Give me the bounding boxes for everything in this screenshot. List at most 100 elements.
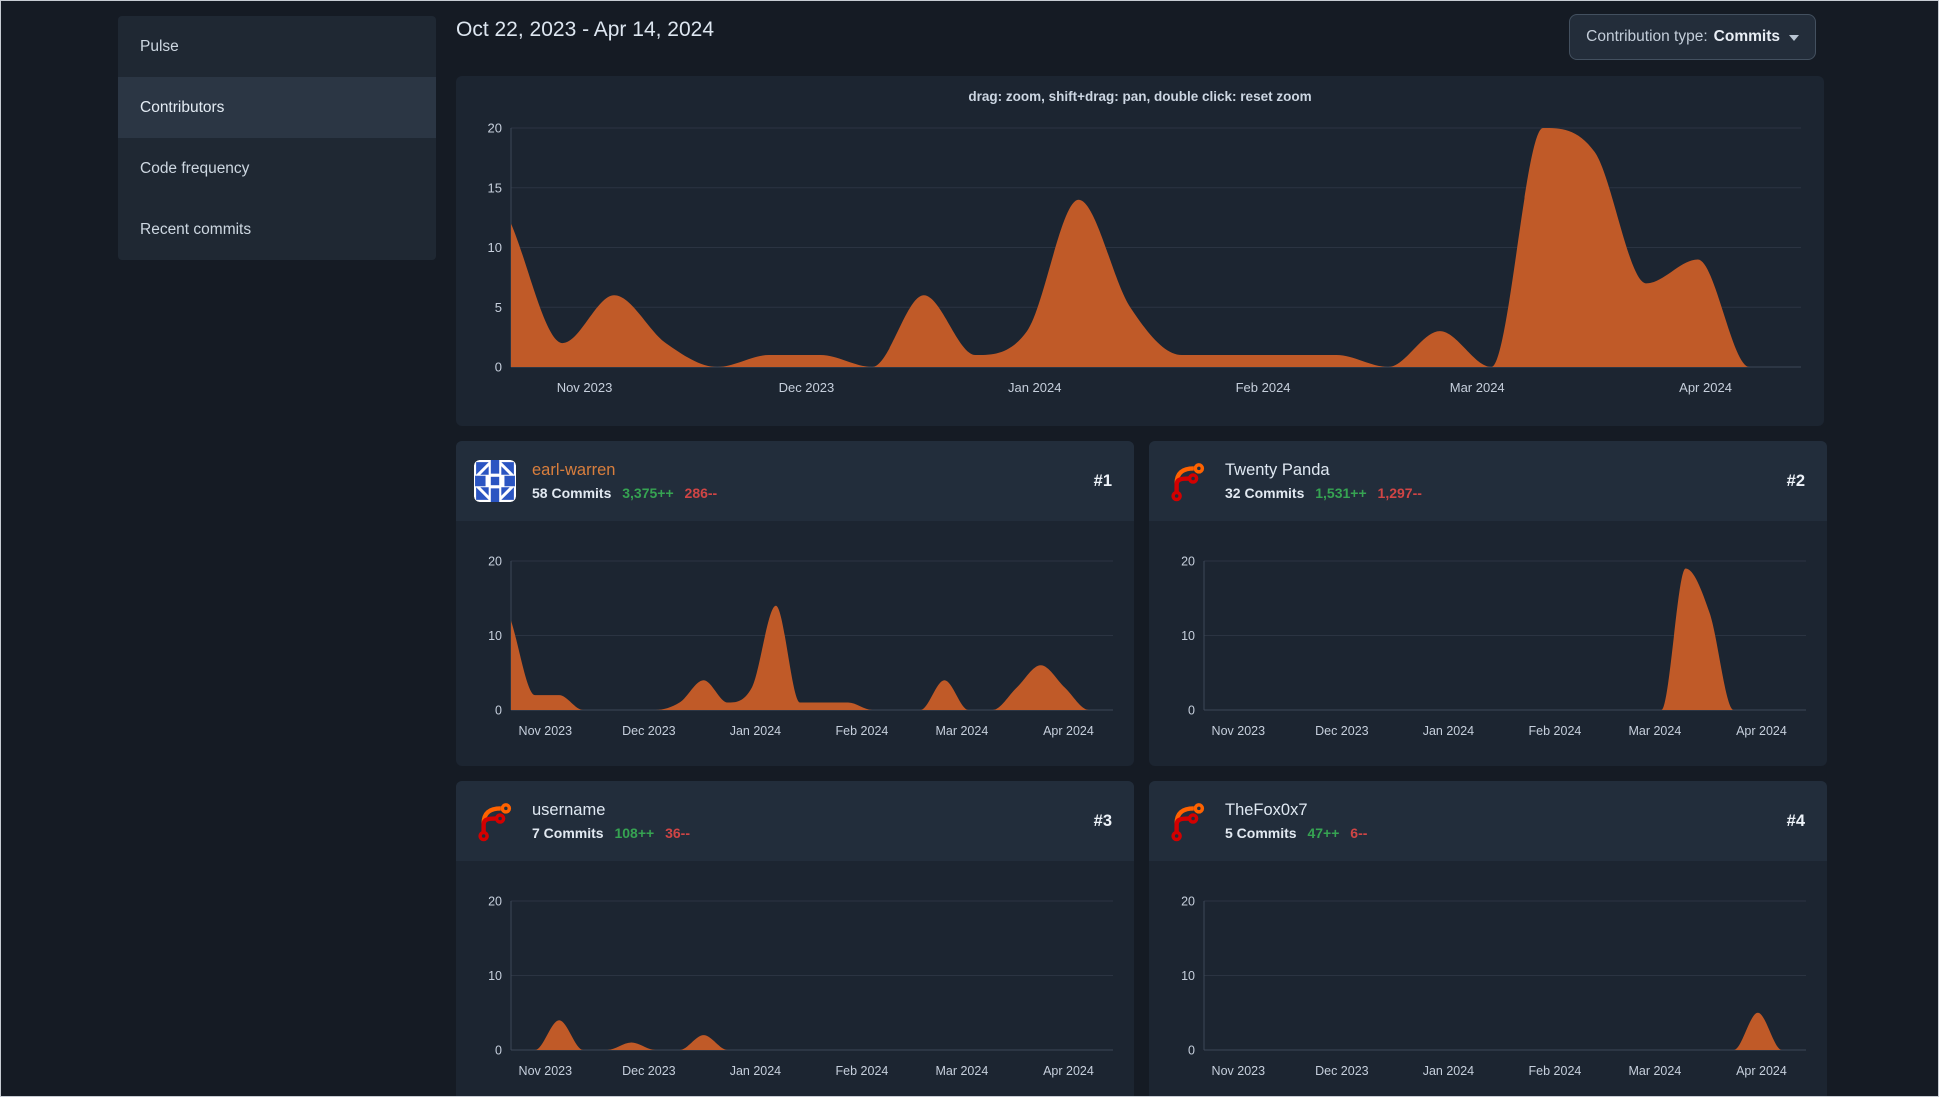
contribution-type-value: Commits [1713, 28, 1780, 45]
svg-text:20: 20 [488, 121, 502, 136]
additions-count: 3,375++ [622, 485, 674, 501]
svg-text:Apr 2024: Apr 2024 [1043, 724, 1094, 738]
contributor-name-link[interactable]: earl-warren [532, 461, 615, 480]
identicon-avatar[interactable] [474, 460, 516, 502]
contributors-page: Pulse Contributors Code frequency Recent… [0, 0, 1939, 1097]
contributor-card-header: username 7 Commits 108++ 36-- #3 [456, 781, 1134, 861]
svg-text:10: 10 [488, 629, 502, 643]
svg-text:Feb 2024: Feb 2024 [1236, 380, 1291, 395]
contributor-stats: 58 Commits 3,375++ 286-- [532, 485, 1094, 501]
additions-count: 108++ [614, 825, 655, 841]
deletions-count: 36-- [665, 825, 690, 841]
svg-text:Mar 2024: Mar 2024 [935, 1064, 988, 1078]
repo-activity-sidebar: Pulse Contributors Code frequency Recent… [118, 16, 436, 260]
svg-text:Feb 2024: Feb 2024 [1529, 1064, 1582, 1078]
sidebar-item-contributors[interactable]: Contributors [118, 77, 436, 138]
svg-text:Mar 2024: Mar 2024 [1628, 724, 1681, 738]
svg-text:Nov 2023: Nov 2023 [519, 1064, 573, 1078]
contributor-card-3: username 7 Commits 108++ 36-- #3 0 10 20 No… [456, 781, 1134, 1096]
contributor-chart[interactable]: 0 10 20 Nov 2023 Dec 2023 Jan 2024 Feb 2024 Mar… [456, 861, 1134, 1096]
svg-text:5: 5 [495, 300, 502, 315]
contributor-card-2: Twenty Panda 32 Commits 1,531++ 1,297-- … [1149, 441, 1827, 766]
svg-text:Apr 2024: Apr 2024 [1736, 724, 1787, 738]
svg-text:Apr 2024: Apr 2024 [1043, 1064, 1094, 1078]
svg-text:Mar 2024: Mar 2024 [1450, 380, 1505, 395]
contributor-name-link[interactable]: username [532, 801, 605, 820]
contributor-identity: Twenty Panda 32 Commits 1,531++ 1,297-- [1225, 461, 1787, 501]
svg-text:20: 20 [488, 555, 502, 569]
svg-text:Nov 2023: Nov 2023 [1212, 1064, 1266, 1078]
contributor-card-header: TheFox0x7 5 Commits 47++ 6-- #4 [1149, 781, 1827, 861]
contributor-card-header: Twenty Panda 32 Commits 1,531++ 1,297-- … [1149, 441, 1827, 521]
svg-text:10: 10 [488, 969, 502, 983]
caret-down-icon [1789, 35, 1799, 41]
contributor-name-link[interactable]: Twenty Panda [1225, 461, 1330, 480]
svg-text:Nov 2023: Nov 2023 [1212, 724, 1266, 738]
contributor-card-4: TheFox0x7 5 Commits 47++ 6-- #4 0 10 20 Nov… [1149, 781, 1827, 1096]
forgejo-logo-avatar[interactable] [1167, 460, 1209, 502]
svg-text:20: 20 [488, 895, 502, 909]
date-range-title: Oct 22, 2023 - Apr 14, 2024 [456, 18, 715, 41]
svg-text:0: 0 [495, 1044, 502, 1058]
svg-text:Dec 2023: Dec 2023 [622, 1064, 676, 1078]
svg-text:Dec 2023: Dec 2023 [1315, 1064, 1369, 1078]
commit-count: 32 Commits [1225, 485, 1305, 501]
contributor-chart[interactable]: 0 10 20 Nov 2023 Dec 2023 Jan 2024 Feb 2024 Mar… [1149, 861, 1827, 1096]
svg-text:Jan 2024: Jan 2024 [730, 724, 781, 738]
svg-text:Feb 2024: Feb 2024 [1529, 724, 1582, 738]
rank-badge: #4 [1786, 811, 1805, 830]
contributor-identity: earl-warren 58 Commits 3,375++ 286-- [532, 461, 1094, 501]
svg-text:Nov 2023: Nov 2023 [557, 380, 613, 395]
contributor-name-link[interactable]: TheFox0x7 [1225, 801, 1308, 820]
svg-text:20: 20 [1181, 555, 1195, 569]
commit-count: 5 Commits [1225, 825, 1297, 841]
forgejo-logo-avatar[interactable] [474, 800, 516, 842]
contribution-type-label: Contribution type: [1586, 28, 1708, 45]
contributor-card-1: earl-warren 58 Commits 3,375++ 286-- #1 … [456, 441, 1134, 766]
svg-text:10: 10 [1181, 629, 1195, 643]
svg-text:Jan 2024: Jan 2024 [1423, 1064, 1474, 1078]
additions-count: 1,531++ [1315, 485, 1367, 501]
additions-count: 47++ [1307, 825, 1340, 841]
main-activity-chart[interactable]: 0 5 10 15 20 Nov 2023 Dec 2023 Jan 2024 Feb 2024… [456, 76, 1824, 431]
deletions-count: 6-- [1350, 825, 1368, 841]
svg-text:Dec 2023: Dec 2023 [622, 724, 676, 738]
svg-text:15: 15 [488, 180, 502, 195]
svg-text:10: 10 [488, 240, 502, 255]
svg-text:20: 20 [1181, 895, 1195, 909]
rank-badge: #3 [1093, 811, 1112, 830]
commit-count: 58 Commits [532, 485, 612, 501]
svg-text:Apr 2024: Apr 2024 [1736, 1064, 1787, 1078]
deletions-count: 286-- [684, 485, 718, 501]
contributor-chart[interactable]: 0 10 20 Nov 2023 Dec 2023 Jan 2024 Feb 2024 Mar… [1149, 521, 1827, 766]
svg-text:0: 0 [1188, 704, 1195, 718]
svg-text:Feb 2024: Feb 2024 [836, 724, 889, 738]
contribution-type-dropdown[interactable]: Contribution type: Commits [1569, 14, 1816, 60]
svg-text:Mar 2024: Mar 2024 [935, 724, 988, 738]
contributor-card-header: earl-warren 58 Commits 3,375++ 286-- #1 [456, 441, 1134, 521]
main-activity-panel: drag: zoom, shift+drag: pan, double clic… [456, 76, 1824, 426]
svg-text:0: 0 [1188, 1044, 1195, 1058]
rank-badge: #2 [1786, 471, 1805, 490]
contributor-cards-grid: earl-warren 58 Commits 3,375++ 286-- #1 … [456, 441, 1827, 1096]
svg-text:Jan 2024: Jan 2024 [1008, 380, 1062, 395]
svg-text:Apr 2024: Apr 2024 [1679, 380, 1732, 395]
forgejo-logo-avatar[interactable] [1167, 800, 1209, 842]
svg-text:10: 10 [1181, 969, 1195, 983]
deletions-count: 1,297-- [1377, 485, 1422, 501]
contributor-chart[interactable]: 0 10 20 Nov 2023 Dec 2023 Jan 2024 Feb 2024 Mar… [456, 521, 1134, 766]
contributor-stats: 5 Commits 47++ 6-- [1225, 825, 1787, 841]
svg-text:Jan 2024: Jan 2024 [1423, 724, 1474, 738]
svg-text:0: 0 [495, 360, 502, 375]
contributor-identity: TheFox0x7 5 Commits 47++ 6-- [1225, 801, 1787, 841]
contributor-stats: 7 Commits 108++ 36-- [532, 825, 1094, 841]
svg-text:Dec 2023: Dec 2023 [779, 380, 835, 395]
svg-text:Mar 2024: Mar 2024 [1628, 1064, 1681, 1078]
sidebar-item-pulse[interactable]: Pulse [118, 16, 436, 77]
svg-text:Dec 2023: Dec 2023 [1315, 724, 1369, 738]
contributor-stats: 32 Commits 1,531++ 1,297-- [1225, 485, 1787, 501]
svg-text:0: 0 [495, 704, 502, 718]
sidebar-item-code-frequency[interactable]: Code frequency [118, 138, 436, 199]
svg-text:Nov 2023: Nov 2023 [519, 724, 573, 738]
sidebar-item-recent-commits[interactable]: Recent commits [118, 199, 436, 260]
